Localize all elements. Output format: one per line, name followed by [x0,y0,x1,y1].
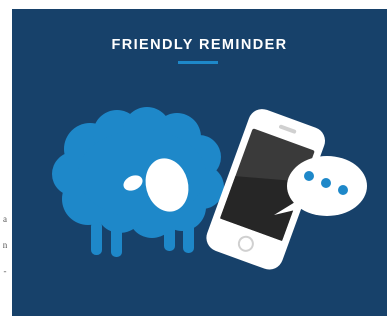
bubble-dot [321,178,331,188]
reminder-illustration [12,9,387,316]
bubble-dot [338,185,348,195]
edge-glyph: - [3,266,7,276]
reminder-card: FRIENDLY REMINDER [12,9,387,316]
edge-glyph: a [3,214,7,224]
card-title: FRIENDLY REMINDER [111,37,288,53]
bubble-dot [304,171,314,181]
title-underline [178,61,218,64]
edge-glyph: n [2,240,8,250]
screenshot-root: { "card": { "title": "FRIENDLY REMINDER"… [0,0,390,316]
